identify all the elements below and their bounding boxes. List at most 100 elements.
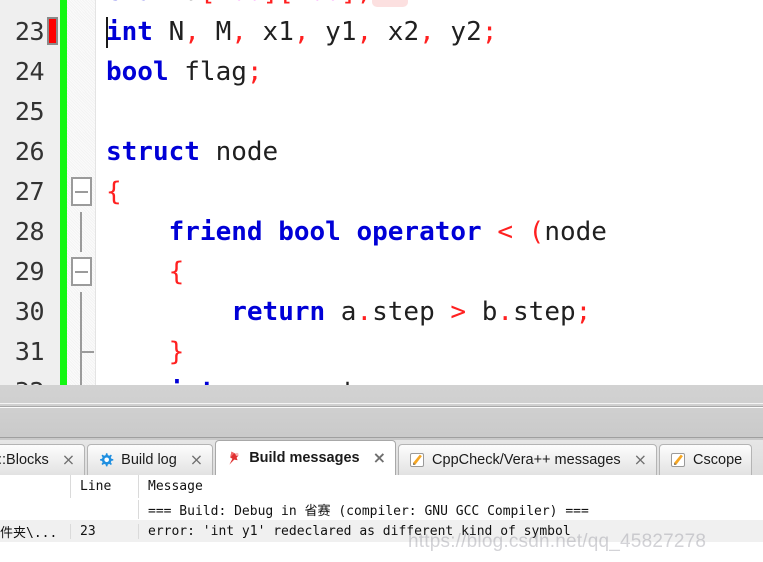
fold-column[interactable] bbox=[67, 52, 96, 92]
fold-column[interactable] bbox=[67, 92, 96, 132]
line-number: 30 bbox=[0, 292, 46, 332]
tab-label: Build log bbox=[121, 451, 177, 468]
tab-build-messages[interactable]: Build messages × bbox=[215, 440, 397, 475]
change-bar bbox=[60, 172, 67, 212]
build-messages-table[interactable]: Line Message === Build: Debug in 省赛 (com… bbox=[0, 475, 763, 562]
column-header-message[interactable]: Message bbox=[138, 475, 763, 498]
code-line-31[interactable]: 31 } bbox=[0, 332, 763, 372]
marker-column[interactable] bbox=[46, 212, 60, 252]
code-line-25[interactable]: 25 bbox=[0, 92, 763, 132]
logs-tab-bar[interactable]: ::Blocks × Build log × Build messages × … bbox=[0, 440, 763, 475]
close-icon[interactable]: × bbox=[62, 452, 75, 468]
fold-column[interactable] bbox=[67, 212, 96, 252]
column-header-line[interactable]: Line bbox=[70, 475, 138, 498]
line-number: 31 bbox=[0, 332, 46, 372]
splitter-line bbox=[0, 437, 763, 438]
change-bar bbox=[60, 292, 67, 332]
change-bar bbox=[60, 52, 67, 92]
table-row[interactable]: === Build: Debug in 省赛 (compiler: GNU GC… bbox=[0, 498, 763, 520]
change-bar bbox=[60, 12, 67, 52]
change-bar bbox=[60, 92, 67, 132]
panel-splitter[interactable] bbox=[0, 385, 763, 440]
tab-codeblocks[interactable]: ::Blocks × bbox=[0, 444, 86, 475]
fold-column[interactable] bbox=[67, 332, 96, 372]
tab-cppcheck-vera-messages[interactable]: CppCheck/Vera++ messages × bbox=[398, 444, 658, 475]
code-line-32[interactable]: 32 int x, y, step; bbox=[0, 372, 763, 385]
marker-column[interactable] bbox=[46, 332, 60, 372]
line-number: 22 bbox=[0, 0, 46, 12]
code-line-23[interactable]: 23 int N, M, x1, y1, x2, y2; bbox=[0, 12, 763, 52]
fold-column[interactable] bbox=[67, 132, 96, 172]
code-text[interactable]: int x, y, step; bbox=[96, 372, 763, 385]
line-number: 23 bbox=[0, 12, 46, 52]
source-editor[interactable]: 22 char a[200][200]; 23 int N, M, x1, y1… bbox=[0, 0, 763, 385]
fold-column[interactable] bbox=[67, 12, 96, 52]
marker-column[interactable] bbox=[46, 132, 60, 172]
marker-column[interactable] bbox=[46, 0, 60, 12]
column-header-file[interactable] bbox=[0, 475, 70, 498]
fold-guide-line bbox=[80, 372, 82, 385]
fold-end-tick bbox=[80, 351, 94, 353]
tab-label: ::Blocks bbox=[0, 451, 49, 468]
code-text[interactable]: char a[200][200]; bbox=[96, 0, 763, 12]
marker-column[interactable] bbox=[46, 292, 60, 332]
fold-column[interactable] bbox=[67, 252, 96, 292]
close-icon[interactable]: × bbox=[634, 452, 647, 468]
table-row[interactable]: 件夹\... 23 error: 'int y1' redeclared as … bbox=[0, 520, 763, 542]
fold-column[interactable] bbox=[67, 172, 96, 212]
pencil-icon bbox=[409, 452, 425, 468]
change-bar bbox=[60, 0, 67, 12]
change-bar bbox=[60, 132, 67, 172]
code-line-26[interactable]: 26 struct node bbox=[0, 132, 763, 172]
line-number: 32 bbox=[0, 372, 46, 385]
code-text[interactable]: { bbox=[96, 252, 763, 292]
code-text[interactable]: struct node bbox=[96, 132, 763, 172]
tab-build-log[interactable]: Build log × bbox=[87, 444, 214, 475]
error-breakpoint-marker-icon[interactable] bbox=[47, 17, 58, 45]
line-number: 27 bbox=[0, 172, 46, 212]
marker-column[interactable] bbox=[46, 372, 60, 385]
code-text[interactable]: } bbox=[96, 332, 763, 372]
code-line-30[interactable]: 30 return a.step > b.step; bbox=[0, 292, 763, 332]
splitter-line bbox=[0, 407, 763, 408]
change-bar bbox=[60, 332, 67, 372]
line-number: 26 bbox=[0, 132, 46, 172]
code-line-28[interactable]: 28 friend bool operator < (node bbox=[0, 212, 763, 252]
fold-column[interactable] bbox=[67, 372, 96, 385]
marker-column[interactable] bbox=[46, 172, 60, 212]
fold-column[interactable] bbox=[67, 0, 96, 12]
code-line-24[interactable]: 24 bool flag; bbox=[0, 52, 763, 92]
marker-column[interactable] bbox=[46, 92, 60, 132]
change-bar bbox=[60, 252, 67, 292]
fold-collapse-icon[interactable] bbox=[71, 177, 92, 206]
cell-file: 件夹\... bbox=[0, 525, 58, 541]
gear-icon bbox=[98, 452, 114, 468]
marker-column[interactable] bbox=[46, 252, 60, 292]
fold-collapse-icon[interactable] bbox=[71, 257, 92, 286]
fold-column[interactable] bbox=[67, 292, 96, 332]
marker-column[interactable] bbox=[46, 52, 60, 92]
tab-label: Build messages bbox=[249, 449, 360, 466]
cell-message: error: 'int y1' redeclared as different … bbox=[138, 523, 763, 539]
close-icon[interactable]: × bbox=[190, 452, 203, 468]
code-text[interactable]: { bbox=[96, 172, 763, 212]
cell-line: 23 bbox=[70, 523, 138, 539]
line-number: 24 bbox=[0, 52, 46, 92]
code-text[interactable] bbox=[96, 92, 763, 132]
code-text[interactable]: int N, M, x1, y1, x2, y2; bbox=[96, 12, 763, 52]
line-number: 28 bbox=[0, 212, 46, 252]
cell-message: === Build: Debug in 省赛 (compiler: GNU GC… bbox=[138, 499, 763, 519]
code-line-22[interactable]: 22 char a[200][200]; bbox=[0, 0, 763, 12]
code-text[interactable]: bool flag; bbox=[96, 52, 763, 92]
pin-icon bbox=[226, 450, 242, 466]
table-header-row: Line Message bbox=[0, 475, 763, 498]
code-line-27[interactable]: 27 { bbox=[0, 172, 763, 212]
code-text[interactable]: friend bool operator < (node bbox=[96, 212, 763, 252]
marker-column[interactable] bbox=[46, 12, 60, 52]
tab-label: Cscope bbox=[693, 451, 743, 468]
fold-guide-line bbox=[80, 212, 82, 252]
code-text[interactable]: return a.step > b.step; bbox=[96, 292, 763, 332]
close-icon[interactable]: × bbox=[373, 450, 386, 466]
code-line-29[interactable]: 29 { bbox=[0, 252, 763, 292]
tab-cscope[interactable]: Cscope bbox=[659, 444, 753, 475]
